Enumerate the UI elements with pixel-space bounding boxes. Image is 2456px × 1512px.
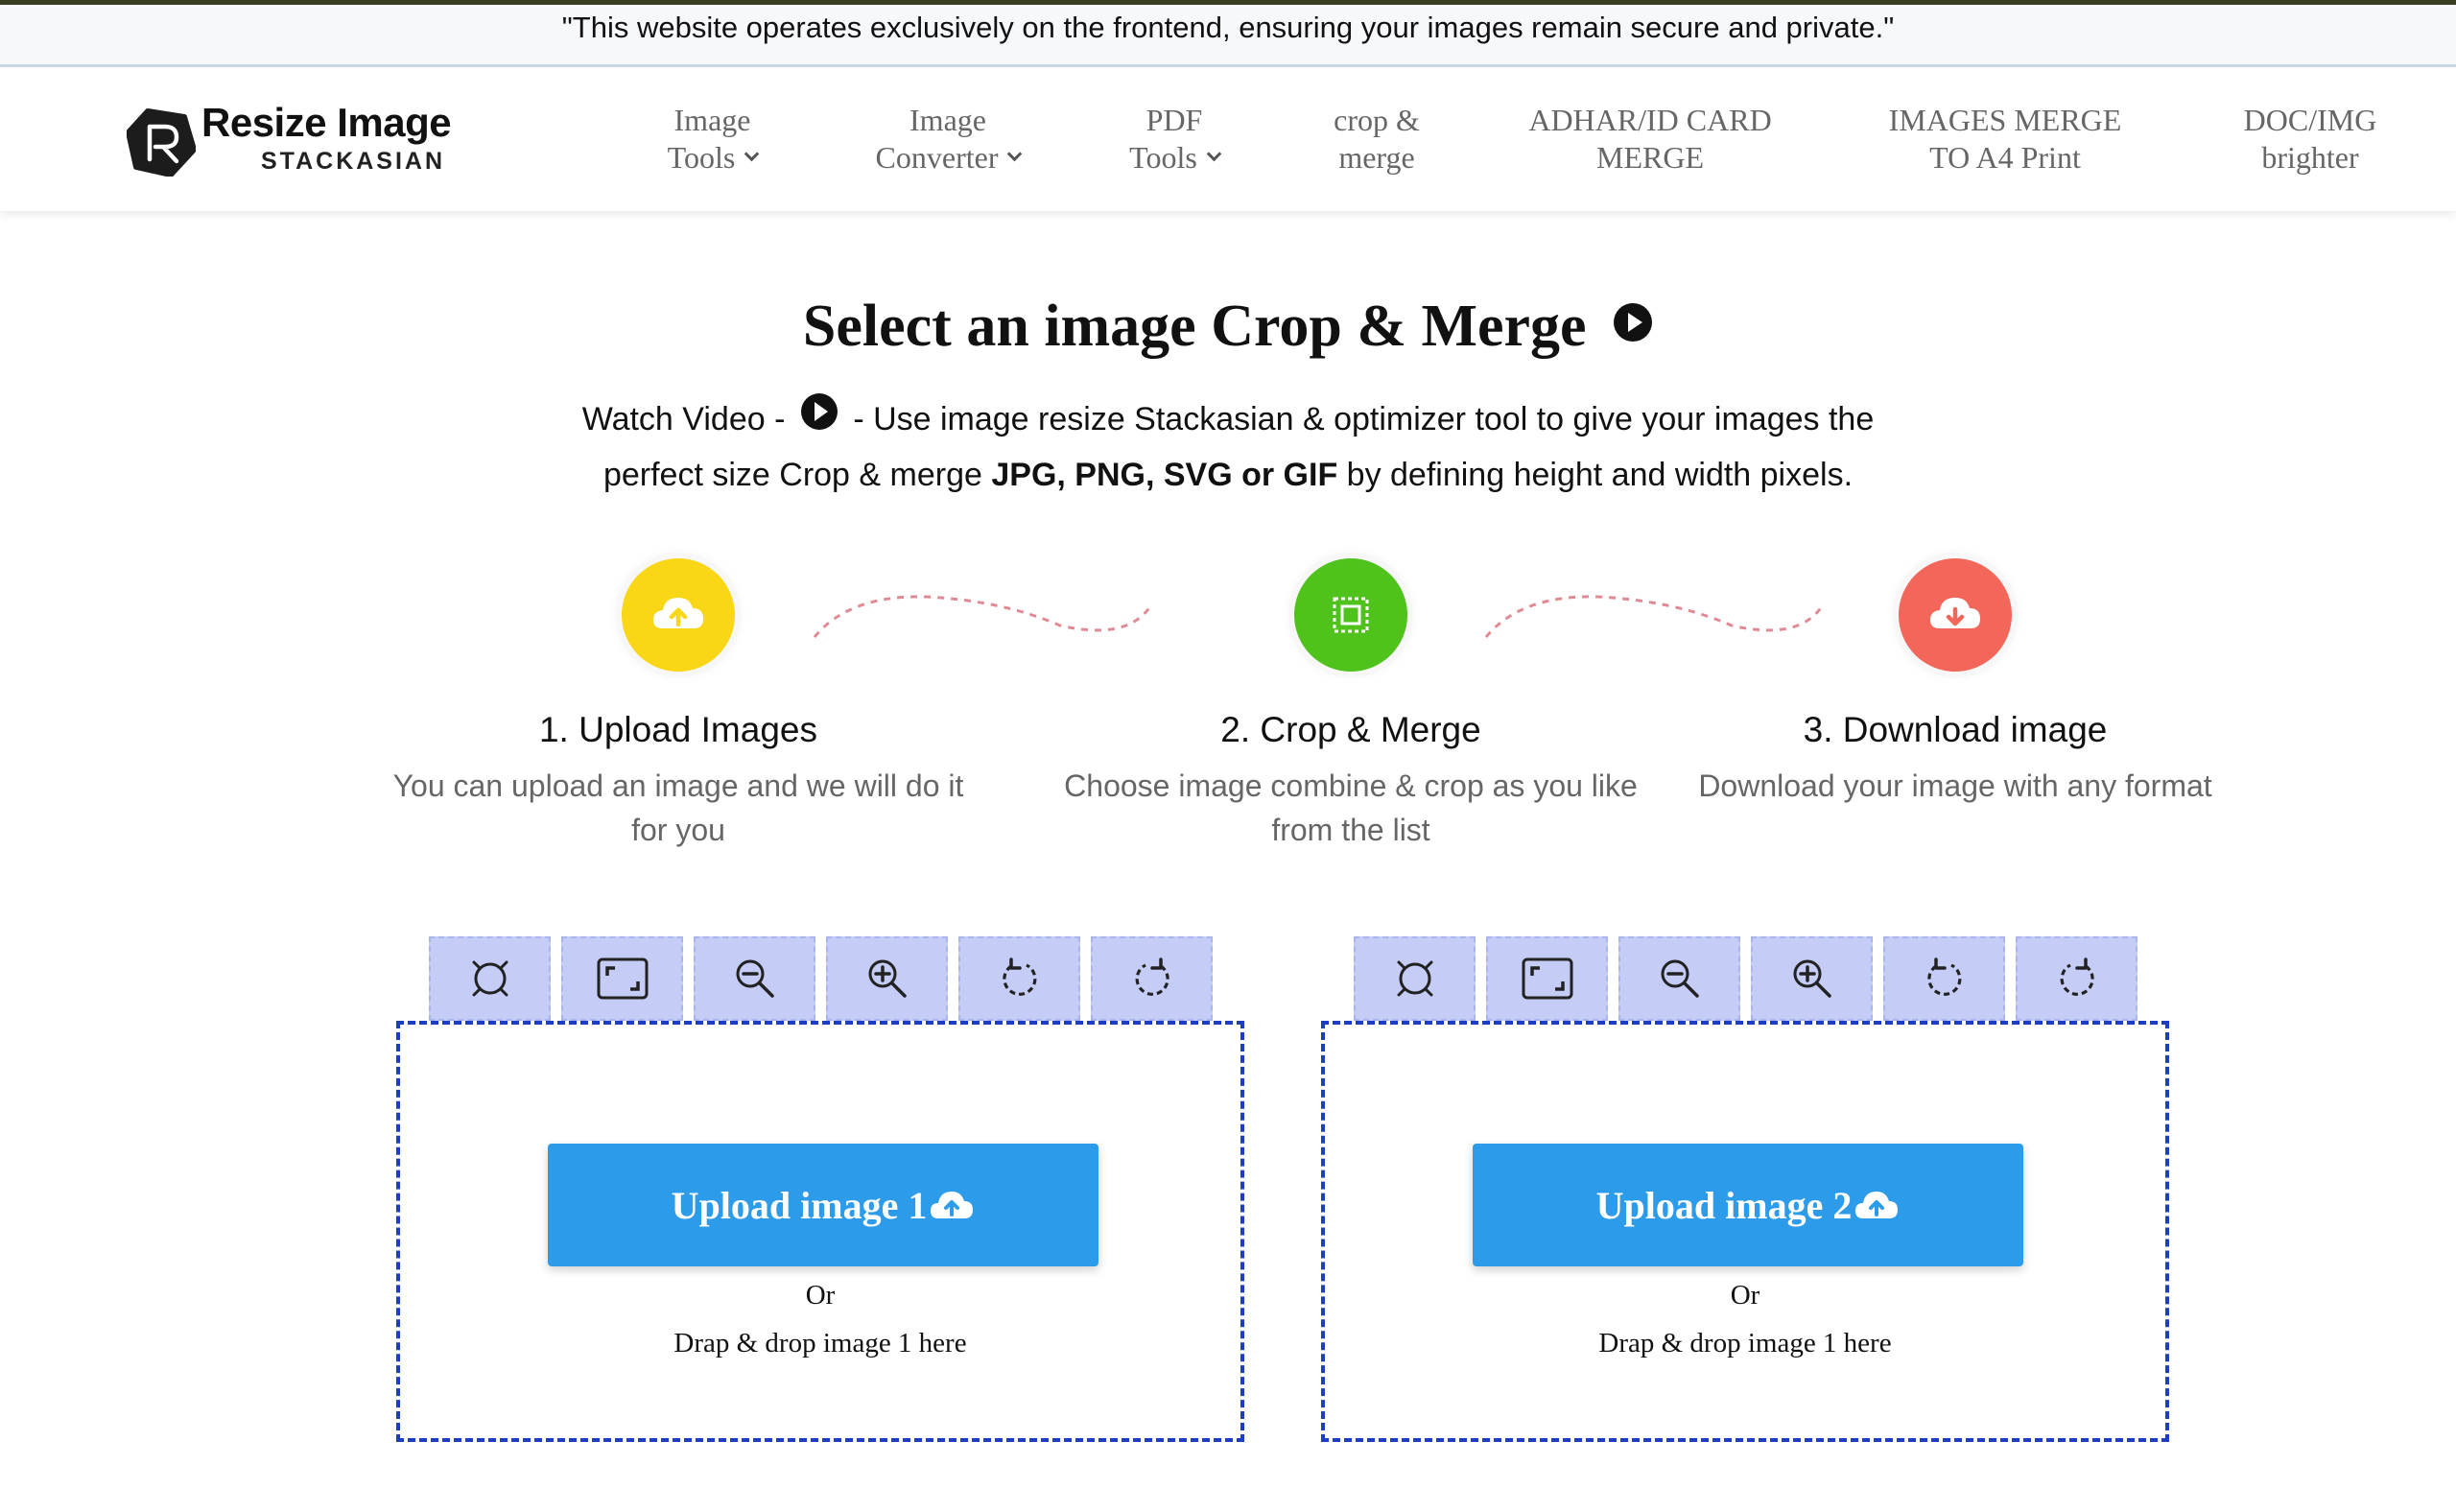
fit-icon (597, 957, 648, 1000)
nav-crop-merge[interactable]: crop & merge (1314, 102, 1439, 177)
zoom-out-icon (1661, 959, 1699, 998)
cloud-upload-icon (1855, 1192, 1899, 1218)
nav-doc-img-brighter[interactable]: DOC/IMG brighter (2224, 102, 2397, 177)
zoom-in-icon (1793, 959, 1831, 998)
upload-button-label: Upload image 2 (1595, 1183, 1853, 1227)
zoom-out-button[interactable] (1618, 936, 1740, 1021)
step-description: You can upload an image and we will do i… (392, 768, 964, 847)
nav-pdf-tools[interactable]: PDF Tools (1113, 102, 1236, 177)
drag-drop-label: Drap & drop image 1 here (1598, 1328, 1892, 1358)
nav-adhar-id-card-merge[interactable]: ADHAR/ID CARD MERGE (1511, 102, 1789, 177)
upload-image-2-button[interactable]: Upload image 2 (1473, 1144, 2023, 1266)
cloud-upload-icon (931, 1192, 974, 1218)
rotate-right-icon (2060, 957, 2094, 996)
page-title-row: Select an image Crop & Merge (0, 293, 2456, 361)
step-title: 2. Crop & Merge (1220, 710, 1481, 749)
nav-label: DOC/IMG (2243, 103, 2377, 137)
privacy-notice-text: "This website operates exclusively on th… (561, 11, 1895, 44)
play-video-icon[interactable] (800, 392, 838, 431)
reset-icon (472, 960, 508, 997)
or-label: Or (805, 1280, 836, 1311)
zoom-in-button[interactable] (826, 936, 948, 1021)
nav-label: PDF (1145, 103, 1203, 137)
reset-button[interactable] (1354, 936, 1476, 1021)
step-connector-wave (813, 595, 1152, 638)
reset-icon (1397, 960, 1432, 997)
step-icon-circle (1899, 558, 2012, 672)
upload-panel-2: Upload image 2 Or Drap & drop image 1 he… (1321, 936, 2169, 1442)
cloud-upload-icon (653, 598, 703, 628)
fit-button[interactable] (1486, 936, 1608, 1021)
upload-image-1-button[interactable]: Upload image 1 (548, 1144, 1098, 1266)
image-dropzone-2[interactable]: Upload image 2 Or Drap & drop image 1 he… (1321, 1021, 2169, 1442)
watch-video-label: Watch Video - (581, 401, 786, 437)
drag-drop-label: Drap & drop image 1 here (673, 1328, 967, 1358)
fit-icon (1522, 957, 1572, 1000)
nav-label: Tools (667, 140, 736, 175)
subtitle-text-end: by defining height and width pixels. (1346, 457, 1854, 493)
cloud-download-icon (1930, 598, 1980, 628)
privacy-notice-bar: "This website operates exclusively on th… (0, 5, 2456, 67)
zoom-in-button[interactable] (1751, 936, 1873, 1021)
chevron-down-icon (1206, 146, 1222, 162)
nav-label: Tools (1129, 140, 1197, 175)
upload-button-label: Upload image 1 (671, 1183, 928, 1227)
rotate-right-button[interactable] (2016, 936, 2137, 1021)
fit-button[interactable] (561, 936, 683, 1021)
step-title: 3. Download image (1803, 710, 2108, 749)
rotate-left-button[interactable] (1883, 936, 2005, 1021)
site-header: Resize Image STACKASIAN Image Tools Imag… (0, 69, 2456, 211)
zoom-in-icon (868, 959, 907, 998)
rotate-right-button[interactable] (1091, 936, 1213, 1021)
upload-panel-1: Upload image 1 Or Drap & drop image 1 he… (396, 936, 1244, 1442)
step-title: 1. Upload Images (538, 710, 817, 749)
chevron-down-icon (744, 146, 760, 162)
nav-label: Converter (875, 140, 999, 175)
subtitle-formats: JPG, PNG, SVG or GIF (991, 457, 1338, 493)
nav-label: Image (909, 103, 986, 137)
reset-button[interactable] (429, 936, 551, 1021)
step-connector-wave (1484, 595, 1824, 638)
page-title: Select an image Crop & Merge (802, 294, 1587, 359)
rotate-left-icon (1926, 957, 1961, 996)
step-icon-circle (622, 558, 735, 672)
step-description: Download your image with any format (1698, 768, 2212, 803)
nav-label: IMAGES MERGE (1888, 103, 2122, 137)
nav-label: TO A4 Print (1929, 140, 2081, 175)
logo-mark-icon (127, 108, 196, 177)
step-description: Choose image combine & crop as you like … (1064, 768, 1638, 847)
image-dropzone-1[interactable]: Upload image 1 Or Drap & drop image 1 he… (396, 1021, 1244, 1442)
nav-label: merge (1338, 140, 1415, 175)
zoom-out-icon (736, 959, 774, 998)
rotate-left-icon (1002, 957, 1036, 996)
nav-label: Image (673, 103, 751, 137)
nav-label: MERGE (1596, 140, 1704, 175)
page-subtitle: Watch Video - - Use image resize Stackas… (537, 391, 1919, 503)
step-icon-circle (1294, 558, 1407, 672)
nav-label: ADHAR/ID CARD (1528, 103, 1772, 137)
site-logo[interactable]: Resize Image STACKASIAN (127, 98, 453, 189)
nav-image-tools[interactable]: Image Tools (652, 102, 772, 177)
rotate-right-icon (1135, 957, 1169, 996)
nav-label: crop & (1334, 103, 1420, 137)
logo-subtitle: STACKASIAN (261, 148, 446, 175)
nav-images-merge-a4[interactable]: IMAGES MERGE TO A4 Print (1866, 102, 2144, 177)
nav-label: brighter (2261, 140, 2359, 175)
nav-image-converter[interactable]: Image Converter (857, 102, 1039, 177)
play-video-icon[interactable] (1613, 302, 1653, 343)
rotate-left-button[interactable] (958, 936, 1080, 1021)
logo-title: Resize Image (201, 100, 452, 145)
zoom-out-button[interactable] (694, 936, 815, 1021)
crop-merge-icon (1333, 597, 1369, 633)
chevron-down-icon (1007, 146, 1023, 162)
or-label: Or (1730, 1280, 1760, 1311)
